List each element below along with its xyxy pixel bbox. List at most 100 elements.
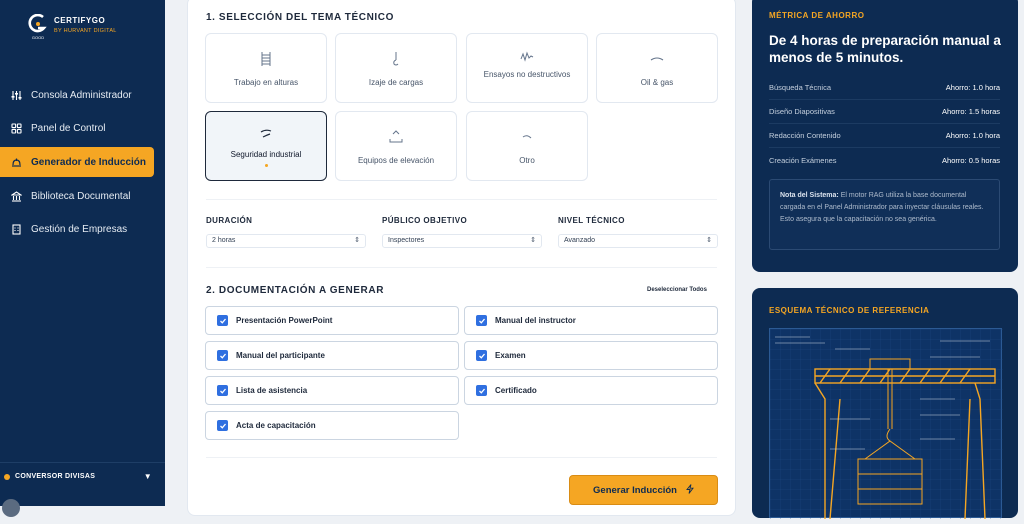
select-caret-icon: ⇕ (354, 237, 360, 244)
savings-row: Diseño Diapositivas Ahorro: 1.5 horas (769, 100, 1000, 124)
savings-metrics-panel: MÉTRICA DE AHORRO De 4 horas de preparac… (752, 0, 1018, 272)
generate-label: Generar Inducción (593, 484, 677, 496)
topic-trabajo-alturas[interactable]: Trabajo en alturas (205, 33, 327, 103)
savings-row: Redacción Contenido Ahorro: 1.0 hora (769, 124, 1000, 148)
currency-converter-toggle[interactable]: CONVERSOR DIVISAS ▼ (0, 462, 165, 490)
doc-checkbox-manual-instructor[interactable]: Manual del instructor (464, 306, 718, 335)
system-note-label: Nota del Sistema: (780, 192, 839, 199)
doc-label: Presentación PowerPoint (236, 316, 333, 325)
savings-row-value: Ahorro: 1.0 hora (945, 83, 1000, 92)
doc-checkbox-acta[interactable]: Acta de capacitación (205, 411, 459, 440)
doc-checkbox-examen[interactable]: Examen (464, 341, 718, 370)
savings-row-value: Ahorro: 1.0 hora (945, 131, 1000, 140)
doc-checkbox-presentacion[interactable]: Presentación PowerPoint (205, 306, 459, 335)
duracion-label: DURACIÓN (206, 216, 253, 225)
doc-label: Manual del participante (236, 351, 325, 360)
brand[interactable]: GOOD CERTIFYGO BY HURVANT DIGITAL (28, 14, 117, 40)
select-caret-icon: ⇕ (530, 237, 536, 244)
sidebar-item-biblioteca[interactable]: Biblioteca Documental (0, 181, 165, 211)
chevron-down-icon: ▼ (143, 472, 152, 481)
wave-icon (520, 46, 534, 68)
coin-icon (4, 473, 10, 480)
divider (206, 199, 717, 200)
sidebar-item-label: Consola Administrador (31, 89, 132, 101)
topic-label: Otro (519, 156, 535, 165)
converter-label: CONVERSOR DIVISAS (15, 473, 96, 480)
doc-checkbox-lista-asistencia[interactable]: Lista de asistencia (205, 376, 459, 405)
doc-label: Certificado (495, 386, 537, 395)
topic-label: Equipos de elevación (357, 156, 435, 165)
savings-row-value: Ahorro: 1.5 horas (942, 107, 1000, 116)
topic-oil-gas[interactable]: Oil & gas (596, 33, 718, 103)
savings-row-label: Redacción Contenido (769, 131, 841, 140)
savings-row-label: Búsqueda Técnica (769, 83, 831, 92)
building-icon (10, 224, 22, 236)
topic-izaje-cargas[interactable]: Izaje de cargas (335, 33, 457, 103)
brand-subtitle: BY HURVANT DIGITAL (54, 28, 117, 34)
grid-icon (10, 123, 22, 135)
sidebar-item-label: Panel de Control (31, 123, 106, 135)
topic-otro[interactable]: Otro (466, 111, 588, 181)
doc-label: Examen (495, 351, 526, 360)
topic-label: Trabajo en alturas (233, 78, 299, 87)
checkbox-checked-icon[interactable] (217, 350, 228, 361)
topic-label: Ensayos no destructivos (483, 70, 571, 79)
savings-row: Creación Exámenes Ahorro: 0.5 horas (769, 148, 1000, 172)
drop-icon (650, 48, 664, 70)
nivel-select[interactable]: Avanzado ⇕ (558, 234, 718, 248)
select-caret-icon: ⇕ (706, 237, 712, 244)
divider (206, 267, 717, 268)
topic-equipos-elevacion[interactable]: Equipos de elevación (335, 111, 457, 181)
sidebar-item-consola[interactable]: Consola Administrador (0, 80, 165, 110)
ladder-icon (259, 48, 273, 70)
savings-headline: De 4 horas de preparación manual a menos… (769, 33, 1001, 65)
savings-row-label: Creación Exámenes (769, 155, 837, 165)
hard-hat-icon (10, 156, 22, 168)
dots-icon (521, 126, 533, 148)
hook-icon (390, 48, 402, 70)
savings-title: MÉTRICA DE AHORRO (769, 11, 865, 20)
sidebar-item-panel[interactable]: Panel de Control (0, 114, 165, 144)
duracion-value: 2 horas (212, 237, 236, 244)
sidebar-item-empresas[interactable]: Gestión de Empresas (0, 215, 165, 245)
divider (206, 457, 717, 458)
checkbox-checked-icon[interactable] (476, 350, 487, 361)
shield-icon (259, 123, 273, 145)
doc-checkbox-certificado[interactable]: Certificado (464, 376, 718, 405)
topics-section-title: 1. SELECCIÓN DEL TEMA TÉCNICO (206, 12, 394, 23)
topic-seguridad-industrial[interactable]: Seguridad industrial (205, 111, 327, 181)
bolt-icon (686, 484, 694, 496)
topic-label: Oil & gas (640, 78, 674, 87)
topic-label: Seguridad industrial (230, 150, 302, 159)
deselect-all-link[interactable]: Deseleccionar Todos (647, 287, 707, 293)
sliders-icon (10, 89, 22, 101)
duracion-select[interactable]: 2 horas ⇕ (206, 234, 366, 248)
sidebar-item-label: Generador de Inducción (31, 156, 147, 168)
schematic-panel: ESQUEMA TÉCNICO DE REFERENCIA (752, 288, 1018, 520)
checkbox-checked-icon[interactable] (476, 385, 487, 396)
checkbox-checked-icon[interactable] (476, 315, 487, 326)
nivel-value: Avanzado (564, 237, 596, 244)
avatar[interactable] (2, 499, 20, 517)
checkbox-checked-icon[interactable] (217, 315, 228, 326)
checkbox-checked-icon[interactable] (217, 420, 228, 431)
publico-value: Inspectores (388, 237, 425, 244)
doc-label: Lista de asistencia (236, 386, 308, 395)
gantry-crane-blueprint[interactable] (769, 328, 1003, 520)
sidebar-item-label: Biblioteca Documental (31, 190, 131, 202)
publico-select[interactable]: Inspectores ⇕ (382, 234, 542, 248)
sidebar-item-label: Gestión de Empresas (31, 224, 128, 236)
doc-checkbox-manual-participante[interactable]: Manual del participante (205, 341, 459, 370)
checkbox-checked-icon[interactable] (217, 385, 228, 396)
publico-label: PÚBLICO OBJETIVO (382, 216, 468, 225)
doc-label: Manual del instructor (495, 316, 576, 325)
generate-induction-button[interactable]: Generar Inducción (569, 475, 718, 505)
lift-icon (388, 126, 404, 148)
sidebar-item-generador[interactable]: Generador de Inducción (0, 147, 154, 178)
savings-row-label: Diseño Diapositivas (769, 107, 835, 116)
schematic-title: ESQUEMA TÉCNICO DE REFERENCIA (769, 306, 930, 315)
savings-row-value: Ahorro: 0.5 horas (942, 155, 1000, 165)
sidebar-nav: Consola Administrador Panel de Control G… (0, 80, 165, 248)
selected-indicator (264, 164, 268, 167)
topic-ensayos[interactable]: Ensayos no destructivos (466, 33, 588, 103)
